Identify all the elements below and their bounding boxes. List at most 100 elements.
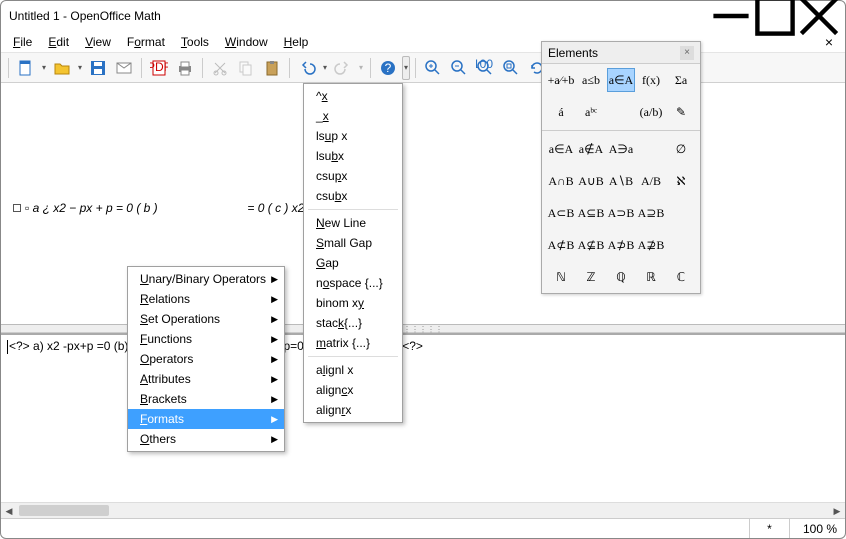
- elements-cell[interactable]: A⊂B: [547, 201, 575, 225]
- save-icon[interactable]: [86, 56, 110, 80]
- mail-icon[interactable]: [112, 56, 136, 80]
- elements-titlebar[interactable]: Elements ×: [542, 42, 700, 64]
- zoom-page-icon[interactable]: [499, 56, 523, 80]
- close-button[interactable]: [797, 2, 841, 30]
- elements-cell[interactable]: ∅: [667, 137, 695, 161]
- redo-icon[interactable]: [331, 56, 355, 80]
- undo-icon[interactable]: [295, 56, 319, 80]
- elements-cell[interactable]: ✎: [667, 100, 695, 124]
- copy-icon[interactable]: [234, 56, 258, 80]
- elements-panel[interactable]: Elements × +a⁄+ba≤ba∈Af(x)Σa áaᵇᶜ(a/b)✎ …: [541, 41, 701, 294]
- elements-cell[interactable]: ℚ: [607, 265, 635, 289]
- ctx-item-set-operations[interactable]: Set Operations▶: [128, 309, 284, 329]
- ctx-item-brackets[interactable]: Brackets▶: [128, 389, 284, 409]
- menu-format[interactable]: Format: [119, 33, 173, 51]
- elements-cell[interactable]: á: [547, 100, 575, 124]
- fmt-item-alignr-x[interactable]: alignr x: [304, 400, 402, 420]
- elements-cell: [637, 137, 665, 161]
- elements-cell[interactable]: ℕ: [547, 265, 575, 289]
- fmt-item-new-line[interactable]: New Line: [304, 213, 402, 233]
- menu-edit[interactable]: Edit: [40, 33, 77, 51]
- fmt-item-x[interactable]: _x: [304, 106, 402, 126]
- elements-cell[interactable]: aᵇᶜ: [577, 100, 605, 124]
- ctx-item-relations[interactable]: Relations▶: [128, 289, 284, 309]
- elements-cell[interactable]: ℝ: [637, 265, 665, 289]
- open-icon[interactable]: [50, 56, 74, 80]
- ctx-item-formats[interactable]: Formats▶: [128, 409, 284, 429]
- status-zoom[interactable]: 100 %: [789, 519, 845, 538]
- fmt-item-matrix[interactable]: matrix {...}: [304, 333, 402, 353]
- elements-cell[interactable]: a∉A: [577, 137, 605, 161]
- elements-cell[interactable]: f(x): [637, 68, 665, 92]
- fmt-item-stack[interactable]: stack {...}: [304, 313, 402, 333]
- paste-icon[interactable]: [260, 56, 284, 80]
- scroll-thumb[interactable]: [19, 505, 109, 516]
- elements-cell: [607, 100, 635, 124]
- elements-title: Elements: [548, 46, 598, 60]
- cut-icon[interactable]: [208, 56, 232, 80]
- help-icon[interactable]: ?: [376, 56, 400, 80]
- menu-file[interactable]: File: [5, 33, 40, 51]
- elements-cell[interactable]: A⊃B: [607, 201, 635, 225]
- undo-dropdown[interactable]: ▾: [321, 56, 329, 80]
- elements-cell[interactable]: Σa: [667, 68, 695, 92]
- fmt-item-gap[interactable]: Gap: [304, 253, 402, 273]
- elements-cell[interactable]: ℂ: [667, 265, 695, 289]
- zoom-in-icon[interactable]: [421, 56, 445, 80]
- elements-cell[interactable]: a∈A: [607, 68, 635, 92]
- elements-cell[interactable]: A∋a: [607, 137, 635, 161]
- pdf-icon[interactable]: PDF: [147, 56, 171, 80]
- elements-cell[interactable]: ℵ: [667, 169, 695, 193]
- ctx-item-functions[interactable]: Functions▶: [128, 329, 284, 349]
- elements-cell[interactable]: A/B: [637, 169, 665, 193]
- elements-cell[interactable]: A⊇B: [637, 201, 665, 225]
- menu-view[interactable]: View: [77, 33, 119, 51]
- elements-cell[interactable]: A∪B: [577, 169, 605, 193]
- elements-cell[interactable]: (a/b): [637, 100, 665, 124]
- open-dropdown[interactable]: ▾: [76, 56, 84, 80]
- elements-cell[interactable]: ℤ: [577, 265, 605, 289]
- minimize-button[interactable]: [709, 2, 753, 30]
- fmt-item-alignc-x[interactable]: alignc x: [304, 380, 402, 400]
- elements-cell[interactable]: A⊆B: [577, 201, 605, 225]
- fmt-item-csup-x[interactable]: csup x: [304, 166, 402, 186]
- horizontal-scrollbar[interactable]: ◀ ▶: [1, 502, 845, 518]
- elements-cell[interactable]: a∈A: [547, 137, 575, 161]
- redo-dropdown[interactable]: ▾: [357, 56, 365, 80]
- zoom-100-icon[interactable]: 100: [473, 56, 497, 80]
- elements-cell[interactable]: +a⁄+b: [547, 68, 575, 92]
- close-document-button[interactable]: ×: [817, 34, 841, 50]
- fmt-item-lsup-x[interactable]: lsup x: [304, 126, 402, 146]
- ctx-item-others[interactable]: Others▶: [128, 429, 284, 449]
- elements-cell[interactable]: A∩B: [547, 169, 575, 193]
- print-icon[interactable]: [173, 56, 197, 80]
- elements-cell[interactable]: A⊄B: [547, 233, 575, 257]
- scroll-left-arrow[interactable]: ◀: [1, 503, 17, 519]
- menu-window[interactable]: Window: [217, 33, 276, 51]
- elements-close-icon[interactable]: ×: [680, 46, 694, 60]
- scroll-right-arrow[interactable]: ▶: [829, 503, 845, 519]
- ctx-item-unary-binary-operators[interactable]: Unary/Binary Operators▶: [128, 269, 284, 289]
- new-icon[interactable]: [14, 56, 38, 80]
- selection-handle-left[interactable]: [13, 204, 21, 212]
- toolbar-overflow[interactable]: ▾: [402, 56, 410, 80]
- new-dropdown[interactable]: ▾: [40, 56, 48, 80]
- fmt-item-small-gap[interactable]: Small Gap: [304, 233, 402, 253]
- zoom-out-icon[interactable]: [447, 56, 471, 80]
- fmt-item-lsub-x[interactable]: lsub x: [304, 146, 402, 166]
- fmt-item-binom-x-y[interactable]: binom x y: [304, 293, 402, 313]
- ctx-item-operators[interactable]: Operators▶: [128, 349, 284, 369]
- fmt-item-alignl-x[interactable]: alignl x: [304, 360, 402, 380]
- menu-help[interactable]: Help: [276, 33, 317, 51]
- elements-cell[interactable]: A⊅B: [607, 233, 635, 257]
- elements-cell[interactable]: a≤b: [577, 68, 605, 92]
- fmt-item-x[interactable]: ^x: [304, 86, 402, 106]
- ctx-item-attributes[interactable]: Attributes▶: [128, 369, 284, 389]
- elements-cell[interactable]: A∖B: [607, 169, 635, 193]
- elements-cell[interactable]: A⊉B: [637, 233, 665, 257]
- elements-cell[interactable]: A⊈B: [577, 233, 605, 257]
- fmt-item-nospace[interactable]: nospace {...}: [304, 273, 402, 293]
- maximize-button[interactable]: [753, 2, 797, 30]
- menu-tools[interactable]: Tools: [173, 33, 217, 51]
- fmt-item-csub-x[interactable]: csub x: [304, 186, 402, 206]
